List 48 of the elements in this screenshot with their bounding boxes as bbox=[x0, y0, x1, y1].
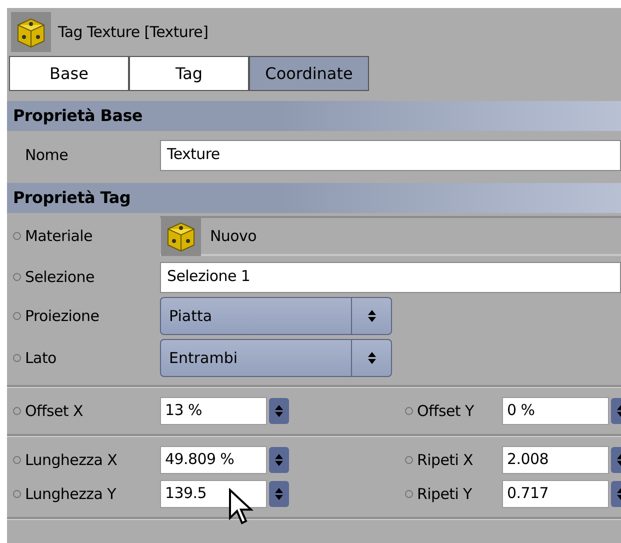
keyframe-dot[interactable] bbox=[405, 456, 413, 464]
updown-icon bbox=[275, 453, 283, 467]
updown-icon bbox=[366, 351, 376, 365]
field-label: Offset X bbox=[25, 400, 84, 422]
number-field[interactable]: 0 % bbox=[502, 397, 609, 425]
keyframe-dot[interactable] bbox=[13, 354, 21, 362]
spinner-button[interactable] bbox=[269, 398, 289, 424]
updown-icon bbox=[366, 309, 376, 323]
tab[interactable]: Base bbox=[9, 56, 129, 91]
keyframe-dot[interactable] bbox=[13, 456, 21, 464]
dropdown[interactable]: Entrambi bbox=[160, 339, 392, 377]
keyframe-dot[interactable] bbox=[13, 490, 21, 498]
number-field[interactable]: 13 % bbox=[160, 397, 267, 425]
field-label: Nome bbox=[25, 144, 70, 166]
keyframe-dot[interactable] bbox=[13, 232, 21, 240]
section-header: Proprietà Tag bbox=[7, 183, 621, 213]
tab[interactable]: Coordinate bbox=[249, 56, 369, 91]
keyframe-dot[interactable] bbox=[405, 407, 413, 415]
field-label: Lunghezza Y bbox=[25, 484, 118, 505]
tab[interactable]: Tag bbox=[129, 56, 249, 91]
material-name: Nuovo bbox=[210, 226, 256, 247]
field-label: Ripeti X bbox=[417, 450, 474, 471]
number-field[interactable]: 49.809 % bbox=[160, 446, 267, 474]
panel-title: Tag Texture [Texture] bbox=[58, 22, 208, 43]
updown-icon bbox=[275, 487, 283, 501]
updown-icon bbox=[275, 404, 283, 418]
number-field[interactable]: 0.717 bbox=[502, 480, 609, 508]
field-label: Lato bbox=[25, 348, 58, 369]
mouse-pointer-icon bbox=[228, 488, 254, 526]
number-field[interactable]: 2.008 bbox=[502, 446, 609, 474]
field-label: Ripeti Y bbox=[417, 484, 473, 505]
field-label: Lunghezza X bbox=[25, 450, 118, 471]
keyframe-dot[interactable] bbox=[13, 273, 21, 281]
text-field[interactable]: Texture bbox=[160, 140, 621, 170]
keyframe-dot[interactable] bbox=[13, 312, 21, 320]
number-field[interactable]: 139.5 bbox=[160, 480, 267, 508]
spinner-button[interactable] bbox=[269, 447, 289, 473]
text-field[interactable]: Selezione 1 bbox=[160, 262, 621, 292]
keyframe-dot[interactable] bbox=[405, 490, 413, 498]
field-label: Offset Y bbox=[417, 400, 475, 422]
dropdown[interactable]: Piatta bbox=[160, 297, 392, 335]
section-header: Proprietà Base bbox=[7, 101, 621, 131]
field-label: Proiezione bbox=[25, 306, 100, 327]
keyframe-dot[interactable] bbox=[13, 407, 21, 415]
field-label: Selezione bbox=[25, 266, 96, 288]
field-label: Materiale bbox=[25, 226, 94, 247]
cube-icon bbox=[10, 11, 52, 53]
spinner-button[interactable] bbox=[269, 481, 289, 507]
